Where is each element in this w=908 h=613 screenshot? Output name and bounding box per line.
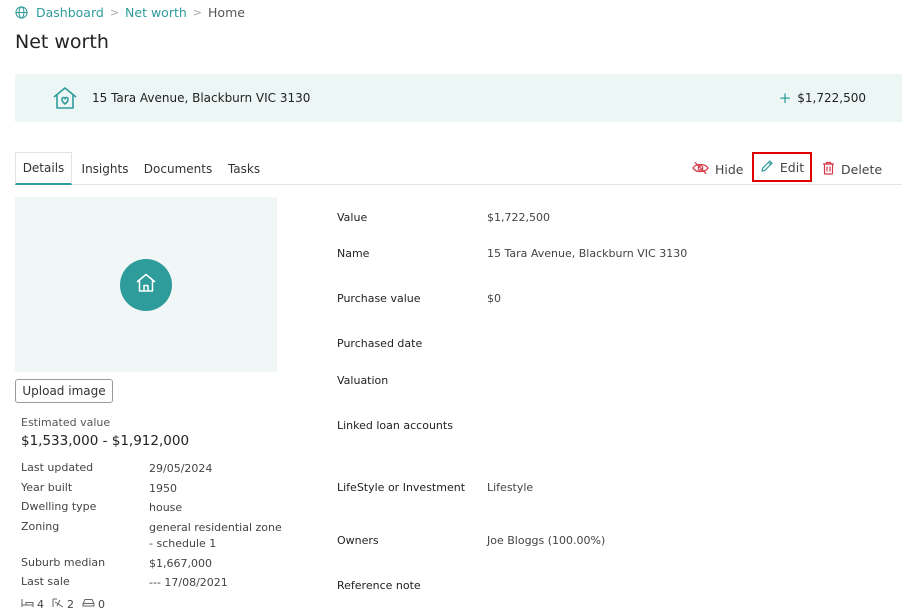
delete-button[interactable]: Delete <box>822 156 882 182</box>
hide-label: Hide <box>715 161 744 177</box>
fact-value: --- 17/08/2021 <box>149 576 228 589</box>
asset-address: 15 Tara Avenue, Blackburn VIC 3130 <box>92 91 311 105</box>
beds-count: 4 <box>37 598 44 611</box>
hide-button[interactable]: Hide <box>692 156 744 182</box>
detail-label: LifeStyle or Investment <box>337 481 466 494</box>
detail-value: $0 <box>487 292 501 305</box>
fact-value: $1,667,000 <box>149 557 212 570</box>
breadcrumb-net-worth[interactable]: Net worth <box>125 5 187 20</box>
detail-value: Joe Bloggs (100.00%) <box>487 534 606 547</box>
tab-documents[interactable]: Documents <box>143 152 213 185</box>
baths-feature: 2 <box>52 598 74 611</box>
asset-total: + $1,722,500 <box>779 89 866 107</box>
bath-icon <box>52 598 64 611</box>
beds-feature: 4 <box>21 598 44 611</box>
detail-label: Valuation <box>337 374 389 387</box>
fact-value: general residential zone - schedule 1 <box>149 521 282 550</box>
fact-label: Dwelling type <box>21 500 97 513</box>
fact-label: Zoning <box>21 520 60 533</box>
globe-icon <box>15 6 28 19</box>
bed-icon <box>21 598 34 611</box>
fact-label: Last sale <box>21 575 70 588</box>
detail-label: Name <box>337 247 370 260</box>
cars-feature: 0 <box>82 598 105 611</box>
breadcrumb: Dashboard > Net worth > Home <box>15 5 245 20</box>
tab-insights[interactable]: Insights <box>77 152 133 185</box>
trash-icon <box>822 161 835 178</box>
edit-label: Edit <box>779 159 805 175</box>
fact-value: 29/05/2024 <box>149 462 213 475</box>
estimated-value-range: $1,533,000 - $1,912,000 <box>21 433 190 449</box>
detail-value: 15 Tara Avenue, Blackburn VIC 3130 <box>487 247 688 260</box>
home-badge <box>120 258 172 311</box>
property-features: 4 2 0 <box>21 598 105 611</box>
plus-icon: + <box>778 89 792 107</box>
fact-label: Last updated <box>21 461 94 474</box>
baths-count: 2 <box>67 598 74 611</box>
breadcrumb-home: Home <box>208 5 245 20</box>
fact-value: house <box>149 501 183 514</box>
estimated-value-label: Estimated value <box>21 416 111 429</box>
property-image-placeholder <box>15 197 277 372</box>
cars-count: 0 <box>98 598 105 611</box>
edit-button[interactable]: Edit <box>752 152 812 182</box>
breadcrumb-dashboard[interactable]: Dashboard <box>36 5 104 20</box>
delete-label: Delete <box>841 161 883 177</box>
breadcrumb-separator: > <box>192 6 203 19</box>
detail-value: Lifestyle <box>487 481 534 494</box>
fact-label: Year built <box>21 481 73 494</box>
car-icon <box>82 598 95 611</box>
tab-details[interactable]: Details <box>15 152 72 185</box>
eye-off-icon <box>692 161 709 178</box>
detail-label: Owners <box>337 534 379 547</box>
detail-value: $1,722,500 <box>487 211 550 224</box>
upload-image-button[interactable]: Upload image <box>15 379 113 403</box>
house-heart-icon <box>51 84 79 112</box>
detail-label: Reference note <box>337 579 421 592</box>
detail-label: Purchased date <box>337 337 423 350</box>
fact-value: 1950 <box>149 482 177 495</box>
page-title: Net worth <box>15 31 109 53</box>
detail-label: Value <box>337 211 368 224</box>
pencil-icon <box>760 159 774 176</box>
asset-total-value: $1,722,500 <box>797 91 866 105</box>
detail-label: Linked loan accounts <box>337 419 453 432</box>
detail-label: Purchase value <box>337 292 421 305</box>
tab-tasks[interactable]: Tasks <box>223 152 265 185</box>
breadcrumb-separator: > <box>109 6 120 19</box>
fact-label: Suburb median <box>21 556 106 569</box>
home-icon <box>134 271 158 299</box>
asset-banner: 15 Tara Avenue, Blackburn VIC 3130 + $1,… <box>15 74 902 122</box>
